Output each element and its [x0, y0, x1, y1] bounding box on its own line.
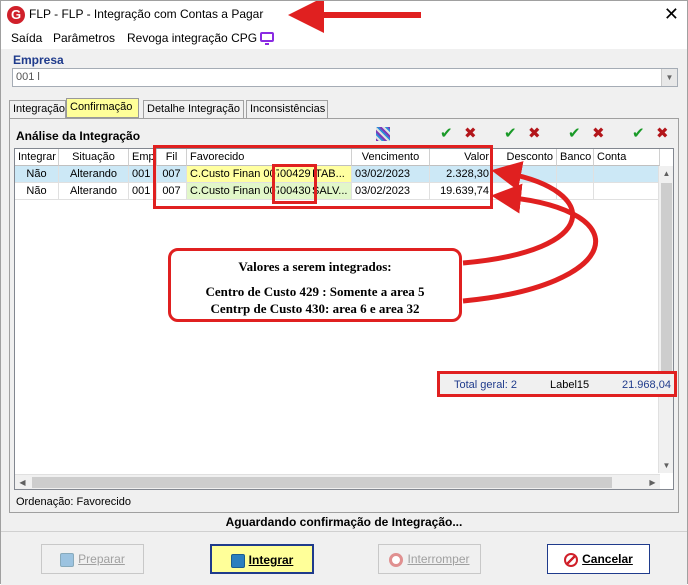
check-bank-icon[interactable]: ✔ — [568, 126, 581, 142]
interrupt-label: Interromper — [407, 552, 470, 566]
callout-title: Valores a serem integrados: — [238, 259, 392, 274]
cell-valor: 2.328,30 — [430, 166, 493, 183]
tab-detalhe-integracao[interactable]: Detalhe Integração — [143, 100, 244, 118]
tab-inconsistencias[interactable]: Inconsistências — [246, 100, 328, 118]
col-situacao[interactable]: Situação — [59, 149, 129, 166]
annotation-callout: Valores a serem integrados: Centro de Cu… — [168, 248, 462, 322]
cell-vencimento: 03/02/2023 — [352, 183, 430, 200]
table-row[interactable]: Não Alterando 001 007 C.Custo Finan 007 … — [15, 166, 660, 183]
vertical-scrollbar[interactable]: ▲ ▼ — [658, 166, 673, 473]
col-emp[interactable]: Emp — [129, 149, 157, 166]
uncheck-discount-icon[interactable]: ✖ — [528, 126, 541, 142]
cell-conta[interactable] — [594, 183, 660, 200]
cell-favorecido-name: C.Custo Finan 007 — [187, 183, 279, 200]
cancel-button[interactable]: Cancelar — [547, 544, 650, 574]
analysis-title: Análise da Integração — [16, 129, 141, 143]
cell-favorecido-rest: ITAB... — [311, 166, 352, 183]
horizontal-scrollbar[interactable]: ◀ ▶ — [15, 474, 660, 489]
scroll-right-icon[interactable]: ▶ — [645, 475, 660, 489]
pattern-icon[interactable] — [376, 127, 390, 141]
cell-situacao: Alterando — [59, 183, 129, 200]
cell-favorecido-code: 00429 — [279, 166, 311, 183]
check-account-icon[interactable]: ✔ — [632, 126, 645, 142]
save-icon — [230, 553, 245, 568]
status-message: Aguardando confirmação de Integração... — [225, 515, 463, 529]
cell-favorecido-rest: SALV... — [311, 183, 352, 200]
check-discount-icon[interactable]: ✔ — [504, 126, 517, 142]
cell-integrar[interactable]: Não — [15, 183, 59, 200]
col-vencimento[interactable]: Vencimento — [352, 149, 430, 166]
uncheck-bank-icon[interactable]: ✖ — [592, 126, 605, 142]
col-desconto[interactable]: Desconto — [493, 149, 557, 166]
tab-integracao[interactable]: Integração — [9, 100, 66, 118]
cell-valor: 19.639,74 — [430, 183, 493, 200]
prepare-button[interactable]: Preparar — [41, 544, 144, 574]
callout-line-2: Centrp de Custo 430: area 6 e area 32 — [210, 301, 420, 316]
check-all-icon[interactable]: ✔ — [440, 126, 453, 142]
empresa-label: Empresa — [13, 53, 64, 67]
cell-fil: 007 — [157, 166, 187, 183]
uncheck-all-icon[interactable]: ✖ — [464, 126, 477, 142]
table-row[interactable]: Não Alterando 001 007 C.Custo Finan 007 … — [15, 183, 660, 200]
cell-favorecido-code: 00430 — [279, 183, 311, 200]
cell-situacao: Alterando — [59, 166, 129, 183]
cell-banco[interactable] — [557, 166, 594, 183]
stop-icon — [389, 552, 404, 567]
cell-conta[interactable] — [594, 166, 660, 183]
col-integrar[interactable]: Integrar — [15, 149, 59, 166]
vertical-scroll-thumb[interactable] — [661, 183, 672, 383]
menu-parametros[interactable]: Parâmetros — [53, 31, 115, 45]
scroll-down-icon[interactable]: ▼ — [659, 458, 673, 473]
col-valor[interactable]: Valor — [430, 149, 493, 166]
cell-desconto[interactable] — [493, 183, 557, 200]
horizontal-scroll-thumb[interactable] — [32, 477, 612, 488]
interrupt-button[interactable]: Interromper — [378, 544, 481, 574]
integrate-button[interactable]: Integrar — [210, 544, 314, 574]
menu-saida[interactable]: Saída — [11, 31, 42, 45]
close-icon[interactable]: ✕ — [664, 4, 679, 24]
totals-box: Total geral: 2 Label15 21.968,04 — [437, 371, 677, 397]
integrate-label: Integrar — [248, 553, 294, 567]
empresa-value: 001 l — [16, 71, 40, 83]
cell-emp: 001 — [129, 166, 157, 183]
cell-favorecido-name: C.Custo Finan 007 — [187, 166, 279, 183]
main-window: G FLP - FLP - Integração com Contas a Pa… — [0, 0, 688, 585]
callout-line-1: Centro de Custo 429 : Somente a area 5 — [205, 284, 425, 299]
monitor-icon[interactable] — [260, 32, 274, 45]
cancel-icon — [564, 552, 579, 567]
app-logo-icon: G — [7, 6, 25, 24]
cell-integrar[interactable]: Não — [15, 166, 59, 183]
prepare-label: Preparar — [78, 552, 125, 566]
uncheck-account-icon[interactable]: ✖ — [656, 126, 669, 142]
col-fil[interactable]: Fil — [157, 149, 187, 166]
col-banco[interactable]: Banco — [557, 149, 594, 166]
cell-banco[interactable] — [557, 183, 594, 200]
cell-fil: 007 — [157, 183, 187, 200]
cancel-label: Cancelar — [582, 552, 633, 566]
menu-revoga-integracao[interactable]: Revoga integração CPG — [127, 31, 257, 45]
chevron-down-icon[interactable]: ▼ — [661, 69, 677, 86]
save-icon — [60, 552, 75, 567]
empresa-combobox[interactable]: 001 l ▼ — [12, 68, 678, 87]
title-bar: G FLP - FLP - Integração com Contas a Pa… — [1, 1, 687, 29]
window-title: FLP - FLP - Integração com Contas a Paga… — [29, 7, 264, 21]
button-bar: Preparar Integrar Interromper Cancelar — [1, 531, 687, 585]
scroll-up-icon[interactable]: ▲ — [659, 166, 673, 181]
label15: Label15 — [550, 379, 590, 391]
cell-vencimento: 03/02/2023 — [352, 166, 430, 183]
tab-confirmacao[interactable]: Confirmação — [66, 98, 139, 118]
total-value: 21.968,04 — [622, 379, 671, 391]
scroll-left-icon[interactable]: ◀ — [15, 475, 30, 489]
col-favorecido[interactable]: Favorecido — [187, 149, 352, 166]
total-count: Total geral: 2 — [454, 379, 517, 391]
menu-bar: Saída Parâmetros Revoga integração CPG — [1, 29, 687, 49]
col-conta[interactable]: Conta — [594, 149, 660, 166]
cell-emp: 001 — [129, 183, 157, 200]
cell-desconto[interactable] — [493, 166, 557, 183]
ordering-label: Ordenação: Favorecido — [16, 496, 131, 508]
